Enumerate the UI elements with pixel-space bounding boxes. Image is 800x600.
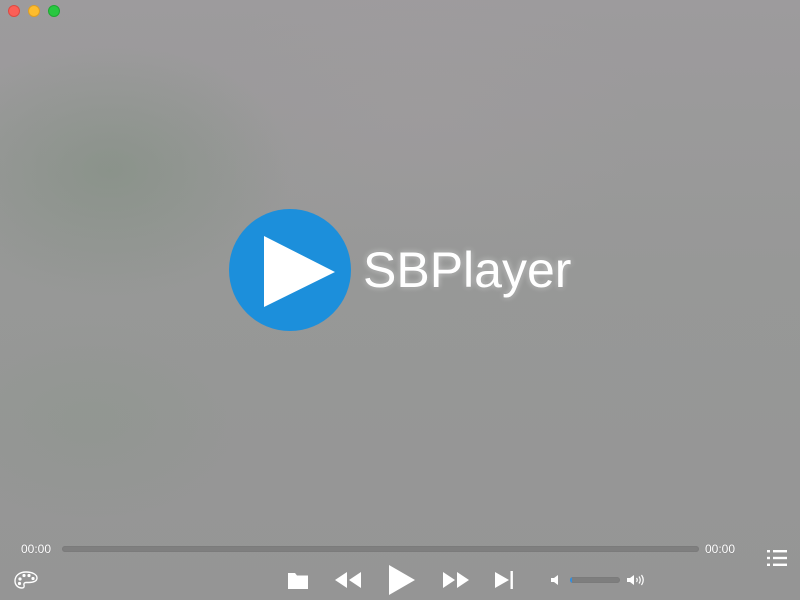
open-file-button[interactable] bbox=[284, 568, 312, 592]
app-logo: SBPlayer bbox=[229, 209, 571, 331]
duration-time: 00:00 bbox=[705, 542, 736, 556]
zoom-window-button[interactable] bbox=[48, 5, 60, 17]
open-file-icon bbox=[288, 573, 308, 589]
minimize-window-button[interactable] bbox=[28, 5, 40, 17]
volume-mute-button[interactable] bbox=[549, 572, 563, 588]
rewind-button[interactable] bbox=[332, 568, 364, 592]
playlist-icon bbox=[767, 550, 787, 566]
volume-high-icon bbox=[627, 574, 644, 586]
playlist-button[interactable] bbox=[764, 546, 790, 570]
app-name: SBPlayer bbox=[363, 242, 572, 298]
play-button[interactable] bbox=[384, 562, 418, 598]
rewind-icon bbox=[335, 572, 361, 588]
skin-palette-icon bbox=[14, 571, 38, 589]
next-track-icon bbox=[495, 571, 513, 589]
current-time: 00:00 bbox=[21, 542, 52, 556]
close-window-button[interactable] bbox=[8, 5, 20, 17]
fast-forward-icon bbox=[443, 572, 469, 588]
volume-low-icon bbox=[551, 575, 558, 585]
seek-bar[interactable] bbox=[62, 546, 699, 552]
volume-max-button[interactable] bbox=[625, 572, 647, 588]
logo-play-icon bbox=[229, 209, 351, 331]
fast-forward-button[interactable] bbox=[440, 568, 472, 592]
volume-level bbox=[570, 577, 572, 583]
player-window: SBPlayer 00:00 00:00 bbox=[0, 0, 800, 600]
window-controls bbox=[8, 5, 60, 17]
skin-button[interactable] bbox=[12, 568, 40, 592]
volume-slider[interactable] bbox=[570, 577, 620, 583]
next-track-button[interactable] bbox=[491, 568, 517, 592]
play-icon bbox=[389, 565, 415, 595]
